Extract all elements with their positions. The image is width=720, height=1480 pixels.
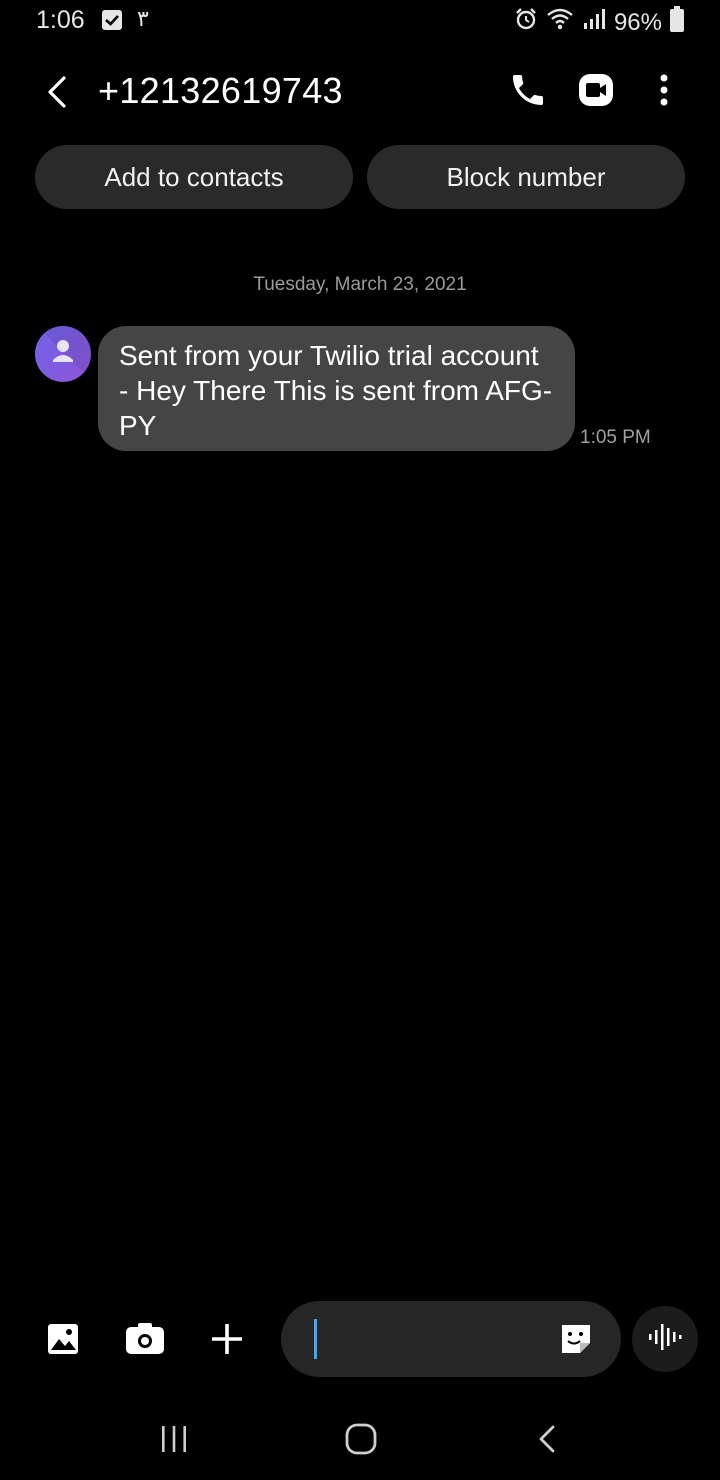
back-nav-icon (533, 1424, 563, 1459)
more-vertical-icon (642, 68, 686, 117)
camera-button[interactable] (122, 1318, 168, 1364)
message-time: 1:05 PM (580, 427, 651, 448)
camera-icon (125, 1322, 165, 1361)
video-call-icon (574, 68, 618, 117)
call-button[interactable] (506, 70, 550, 114)
conversation-title: +12132619743 (98, 70, 343, 111)
video-call-button[interactable] (574, 70, 618, 114)
sticker-icon (558, 1321, 594, 1362)
back-icon (36, 76, 80, 118)
add-to-contacts-button[interactable]: Add to contacts (35, 145, 353, 209)
recent-apps-button[interactable] (144, 1416, 204, 1466)
plus-icon (209, 1321, 245, 1362)
back-button[interactable] (36, 70, 80, 114)
checkbox-notification-icon (102, 10, 122, 30)
signal-icon (582, 7, 606, 38)
status-time: 1:06 (36, 6, 85, 34)
status-extra-indicator: ٣ (137, 6, 149, 31)
sticker-button[interactable] (553, 1318, 599, 1364)
block-number-button[interactable]: Block number (367, 145, 685, 209)
battery-icon (670, 6, 684, 39)
date-divider: Tuesday, March 23, 2021 (253, 274, 467, 295)
voice-record-button[interactable] (632, 1306, 698, 1372)
status-right-group: 96% (514, 6, 684, 39)
alarm-icon (514, 7, 538, 38)
gallery-button[interactable] (40, 1318, 86, 1364)
recent-apps-icon (159, 1424, 189, 1459)
home-icon (344, 1422, 378, 1461)
text-cursor (314, 1319, 317, 1359)
wifi-icon (546, 7, 574, 38)
home-button[interactable] (331, 1416, 391, 1466)
message-bubble[interactable]: Sent from your Twilio trial account - He… (98, 326, 575, 451)
back-nav-button[interactable] (518, 1416, 578, 1466)
avatar[interactable] (35, 326, 91, 382)
gallery-icon (46, 1322, 80, 1361)
more-options-button[interactable] (642, 70, 686, 114)
battery-percent: 96% (613, 8, 662, 36)
person-icon (35, 326, 91, 382)
voice-icon (647, 1322, 683, 1357)
phone-icon (508, 70, 548, 115)
add-attachment-button[interactable] (204, 1318, 250, 1364)
